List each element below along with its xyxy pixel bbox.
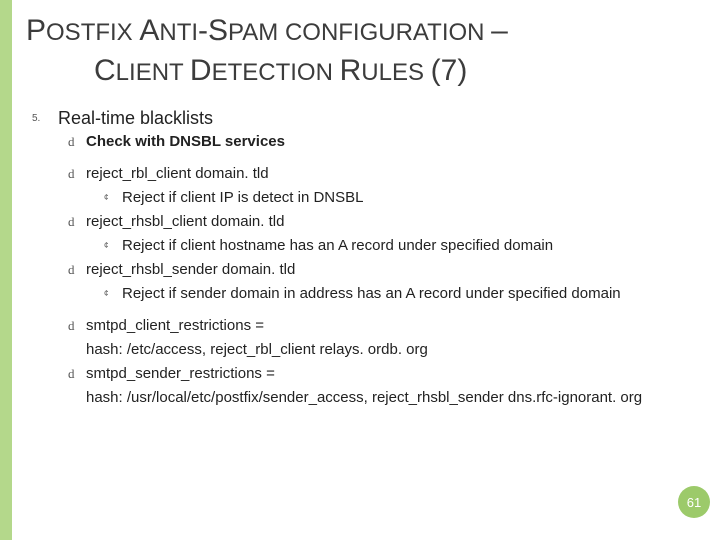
item-text: smtpd_client_restrictions = <box>86 316 264 336</box>
list-continuation: hash: /usr/local/etc/postfix/sender_acce… <box>68 388 690 408</box>
section-heading: Real-time blacklists <box>58 108 213 128</box>
list-continuation: hash: /etc/access, reject_rbl_client rel… <box>68 340 690 360</box>
bullet-spacer <box>68 388 86 408</box>
bullet-icon: d <box>68 316 86 336</box>
numbered-heading: 5. Real-time blacklists <box>32 108 690 128</box>
bullet-icon: d <box>68 260 86 280</box>
item-text: Reject if client IP is detect in DNSBL <box>122 188 364 208</box>
bullet-icon: d <box>68 164 86 184</box>
item-text: Reject if sender domain in address has a… <box>122 284 621 304</box>
item-text: reject_rhsbl_client domain. tld <box>86 212 284 232</box>
item-text: Reject if client hostname has an A recor… <box>122 236 553 256</box>
item-text: hash: /usr/local/etc/postfix/sender_acce… <box>86 388 642 408</box>
bullet-icon: ¢ <box>104 236 122 256</box>
slide-title-line1: POSTFIX ANTI-SPAM CONFIGURATION – <box>0 0 720 54</box>
list-subitem: ¢ Reject if sender domain in address has… <box>104 284 690 304</box>
list-item: d Check with DNSBL services <box>68 132 690 152</box>
slide-title-line2: CLIENT DETECTION RULES (7) <box>0 54 720 102</box>
bullet-icon: ¢ <box>104 188 122 208</box>
page-number-badge: 61 <box>678 486 710 518</box>
item-text: smtpd_sender_restrictions = <box>86 364 275 384</box>
item-text: reject_rhsbl_sender domain. tld <box>86 260 295 280</box>
slide-body: 5. Real-time blacklists d Check with DNS… <box>0 102 720 408</box>
list-item: d smtpd_sender_restrictions = <box>68 364 690 384</box>
list-subitem: ¢ Reject if client hostname has an A rec… <box>104 236 690 256</box>
list-item: d reject_rhsbl_sender domain. tld <box>68 260 690 280</box>
bullet-icon: d <box>68 212 86 232</box>
item-text: hash: /etc/access, reject_rbl_client rel… <box>86 340 428 360</box>
bullet-icon: d <box>68 132 86 152</box>
list-subitem: ¢ Reject if client IP is detect in DNSBL <box>104 188 690 208</box>
list-item: d reject_rbl_client domain. tld <box>68 164 690 184</box>
item-text: Check with DNSBL services <box>86 132 285 152</box>
bullet-spacer <box>68 340 86 360</box>
bullet-icon: d <box>68 364 86 384</box>
bullet-icon: ¢ <box>104 284 122 304</box>
list-item: d reject_rhsbl_client domain. tld <box>68 212 690 232</box>
list-item: d smtpd_client_restrictions = <box>68 316 690 336</box>
list-number: 5. <box>32 108 58 124</box>
item-text: reject_rbl_client domain. tld <box>86 164 269 184</box>
